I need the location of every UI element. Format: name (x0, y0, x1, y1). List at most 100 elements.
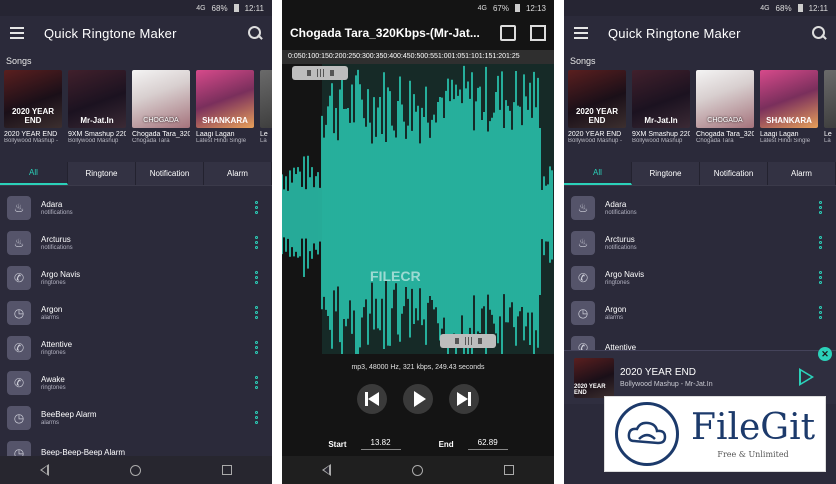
more-options-icon[interactable] (255, 201, 258, 214)
now-playing-subtitle: Bollywood Mashup - Mr-Jat.In (620, 381, 713, 388)
play-button[interactable] (403, 384, 433, 414)
play-icon[interactable] (799, 368, 814, 386)
more-options-icon[interactable] (819, 236, 822, 249)
now-playing-title: 2020 YEAR END (620, 367, 696, 378)
tab-alarm[interactable]: Alarm (204, 162, 272, 185)
hamburger-menu-icon[interactable] (10, 27, 24, 39)
song-album: La (260, 138, 267, 144)
item-category: alarms (41, 419, 60, 426)
more-options-icon[interactable] (819, 271, 822, 284)
clock-icon: ◷ (571, 300, 595, 325)
list-item[interactable]: ✆ Attentive ringtones (0, 330, 272, 365)
album-art: CHOGADA (132, 70, 190, 128)
audio-info: mp3, 48000 Hz, 321 kbps, 249.43 seconds (351, 364, 485, 371)
list-item[interactable]: ♨ Adara notifications (0, 190, 272, 225)
list-item[interactable]: ✆ Awake ringtones (0, 365, 272, 400)
more-options-icon[interactable] (255, 341, 258, 354)
recent-apps-icon[interactable] (503, 465, 514, 475)
song-card[interactable]: Le La (260, 70, 272, 162)
tab-ringtone[interactable]: Ringtone (68, 162, 136, 185)
songs-section-title: Songs (570, 56, 596, 66)
item-name: Argon (41, 304, 63, 314)
list-item[interactable]: ♨ Arcturus notifications (0, 225, 272, 260)
app-bar: Quick Ringtone Maker (0, 16, 272, 50)
editor-toolbar: Chogada Tara_320Kbps-(Mr-Jat... (282, 16, 554, 50)
end-field[interactable]: 62.89 (467, 438, 508, 450)
search-icon[interactable] (812, 26, 826, 40)
item-category: notifications (41, 244, 73, 251)
export-icon[interactable] (530, 25, 546, 41)
search-icon[interactable] (248, 26, 262, 40)
home-icon[interactable] (129, 464, 141, 476)
back-icon[interactable] (40, 464, 50, 476)
list-item[interactable]: ◷ Argon alarms (564, 295, 836, 330)
more-options-icon[interactable] (255, 376, 258, 389)
song-album: La (824, 138, 831, 144)
battery-icon (514, 4, 520, 12)
hamburger-menu-icon[interactable] (574, 27, 588, 39)
list-item[interactable]: ◷ Argon alarms (0, 295, 272, 330)
song-card[interactable]: Mr-Jat.In 9XM Smashup 220_3 Bollywood Ma… (632, 70, 690, 162)
list-item[interactable]: ✆ Argo Navis ringtones (0, 260, 272, 295)
back-icon[interactable] (322, 464, 332, 476)
android-nav-bar (282, 456, 554, 484)
song-album: Latest Hindi Single (760, 138, 811, 144)
more-options-icon[interactable] (255, 236, 258, 249)
item-category: notifications (605, 209, 637, 216)
song-card[interactable]: SHANKARA Laagi Lagan Latest Hindi Single (196, 70, 254, 162)
start-marker-handle[interactable] (292, 66, 348, 80)
item-category: ringtones (41, 279, 66, 286)
list-item[interactable]: ◷ BeeBeep Alarm alarms (0, 400, 272, 435)
list-item[interactable]: ♨ Adara notifications (564, 190, 836, 225)
tab-notification[interactable]: Notification (700, 162, 768, 185)
skip-next-button[interactable] (449, 384, 479, 414)
songs-section-title: Songs (6, 56, 32, 66)
end-marker-handle[interactable] (440, 334, 496, 348)
play-icon (413, 391, 426, 407)
clock-icon: ◷ (7, 405, 31, 430)
tab-alarm[interactable]: Alarm (768, 162, 836, 185)
filecr-watermark: FILECR (370, 268, 421, 284)
item-category: ringtones (41, 384, 66, 391)
song-album: Chogada Tara (132, 138, 170, 144)
battery-icon (797, 4, 803, 12)
start-field[interactable]: 13.82 (360, 438, 401, 450)
list-item[interactable]: ♨ Arcturus notifications (564, 225, 836, 260)
screen-song-list-left: 4G 68% 12:11 Quick Ringtone Maker Songs … (0, 0, 272, 484)
recent-apps-icon[interactable] (221, 465, 232, 475)
song-card[interactable]: SHANKARA Laagi Lagan Latest Hindi Single (760, 70, 818, 162)
tab-notification[interactable]: Notification (136, 162, 204, 185)
network-indicator: 4G (760, 4, 770, 12)
song-card[interactable]: Mr-Jat.In 9XM Smashup 220_3 Bollywood Ma… (68, 70, 126, 162)
editor-title: Chogada Tara_320Kbps-(Mr-Jat... (290, 26, 480, 40)
list-item[interactable]: ✆ Argo Navis ringtones (564, 260, 836, 295)
tab-all[interactable]: All (0, 162, 68, 185)
song-card[interactable]: CHOGADA Chogada Tara_320Kb Chogada Tara (696, 70, 754, 162)
item-name: Awake (41, 374, 65, 384)
skip-next-icon (457, 392, 471, 406)
songs-carousel[interactable]: 2020 YEAR END 2020 YEAR END Bollywood Ma… (0, 70, 272, 162)
waveform-area[interactable]: FILECR (282, 64, 554, 354)
album-art: Mr-Jat.In (68, 70, 126, 128)
album-art: Mr-Jat.In (632, 70, 690, 128)
clock-icon: ◷ (7, 300, 31, 325)
save-icon[interactable] (500, 25, 516, 41)
category-tabs: All Ringtone Notification Alarm (0, 162, 272, 186)
song-card[interactable]: CHOGADA Chogada Tara_320Kb Chogada Tara (132, 70, 190, 162)
songs-carousel[interactable]: 2020 YEAR END 2020 YEAR END Bollywood Ma… (564, 70, 836, 162)
close-icon[interactable]: ✕ (818, 347, 832, 361)
home-icon[interactable] (411, 464, 423, 476)
tab-ringtone[interactable]: Ringtone (632, 162, 700, 185)
song-card[interactable]: Le La (824, 70, 836, 162)
more-options-icon[interactable] (255, 306, 258, 319)
song-card[interactable]: 2020 YEAR END 2020 YEAR END Bollywood Ma… (4, 70, 62, 162)
skip-previous-button[interactable] (357, 384, 387, 414)
tab-all[interactable]: All (564, 162, 632, 185)
song-name: Chogada Tara_320Kb (696, 131, 754, 138)
song-card[interactable]: 2020 YEAR END 2020 YEAR END Bollywood Ma… (568, 70, 626, 162)
screen-ringtone-editor: 4G 67% 12:13 Chogada Tara_320Kbps-(Mr-Ja… (282, 0, 554, 484)
more-options-icon[interactable] (819, 201, 822, 214)
more-options-icon[interactable] (255, 411, 258, 424)
more-options-icon[interactable] (819, 306, 822, 319)
more-options-icon[interactable] (255, 271, 258, 284)
